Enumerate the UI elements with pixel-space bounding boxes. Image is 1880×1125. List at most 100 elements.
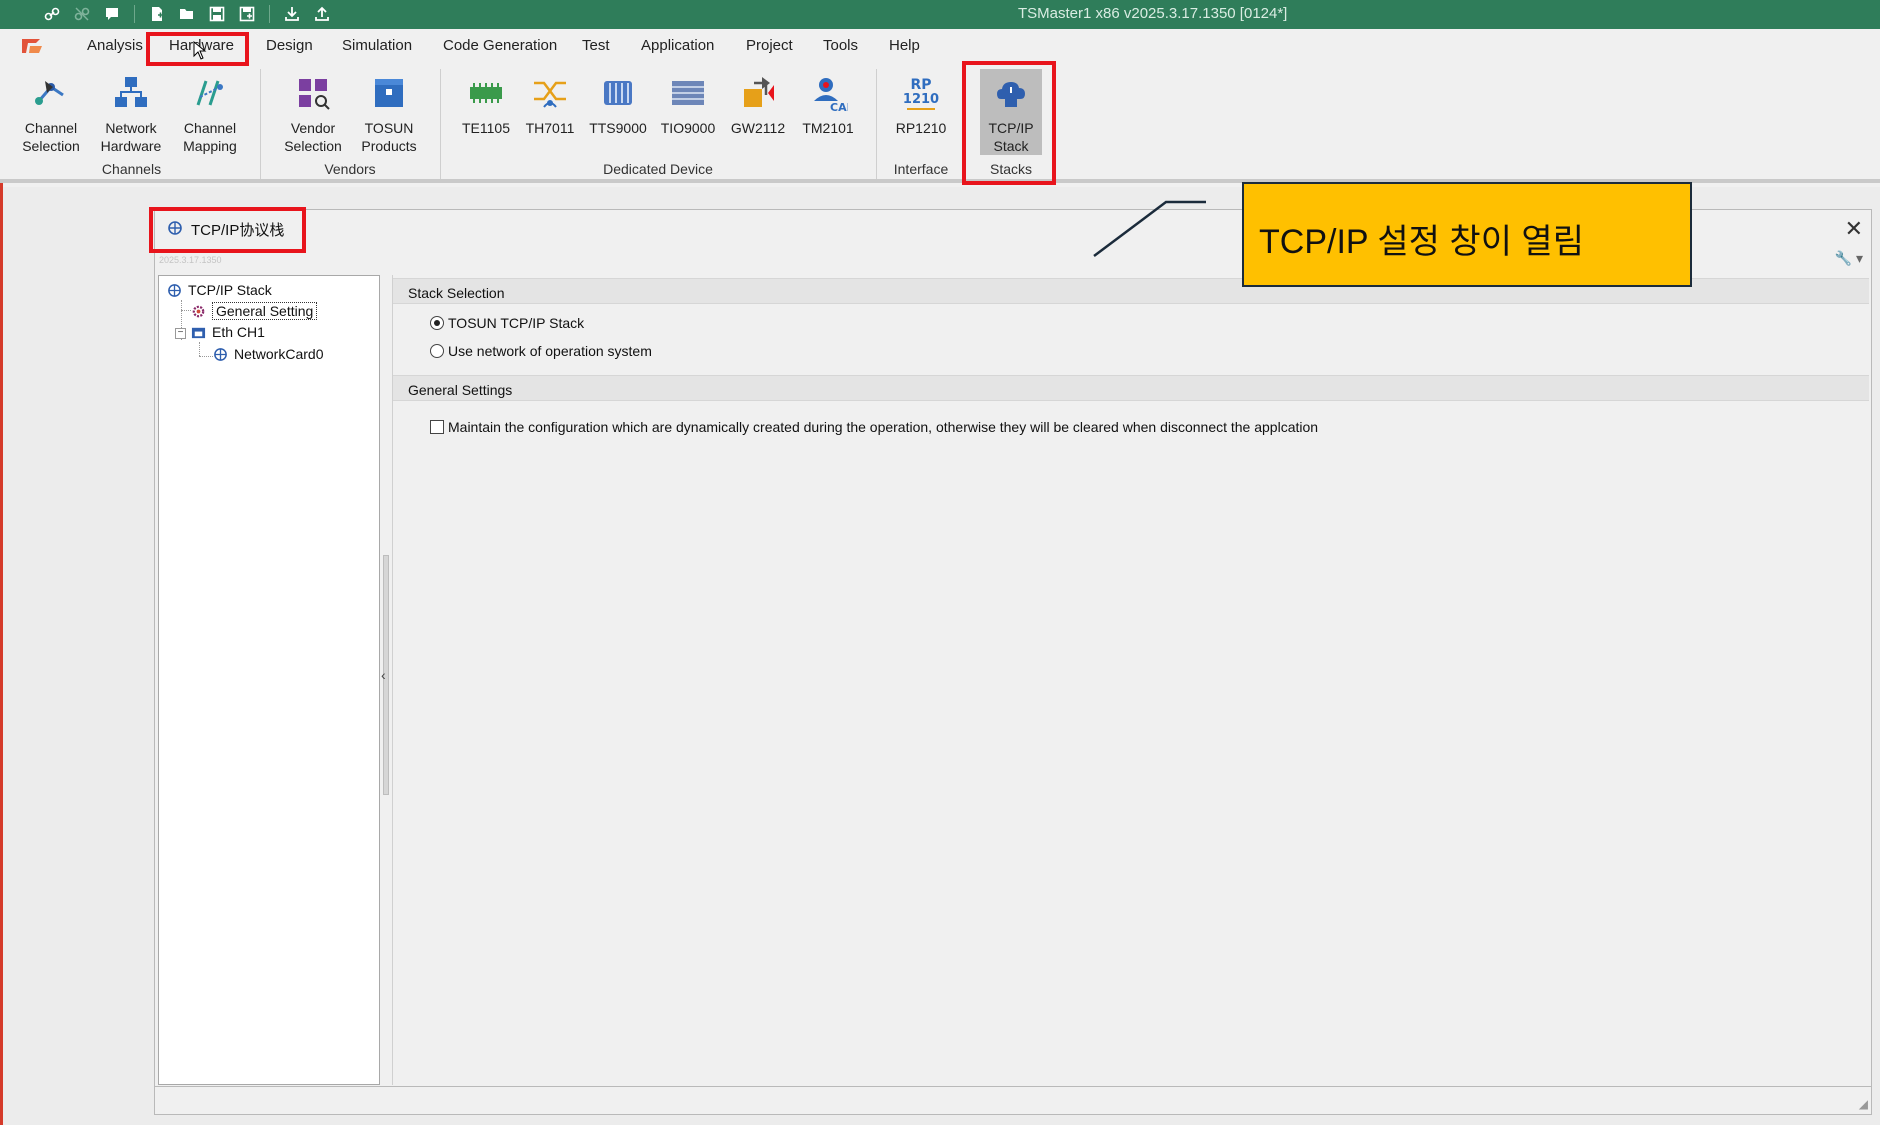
tm2101-label: TM2101: [802, 120, 854, 136]
tab-project[interactable]: Project: [746, 37, 793, 54]
tab-help[interactable]: Help: [889, 37, 920, 54]
export-icon[interactable]: [310, 3, 334, 25]
te1105-label: TE1105: [462, 120, 510, 136]
tm2101-button[interactable]: CAN TM2101: [798, 73, 858, 137]
comment-icon[interactable]: [100, 3, 124, 25]
radio-tosun-stack-button[interactable]: [430, 316, 444, 330]
interface-group-label: Interface: [893, 161, 949, 177]
network-hardware-button[interactable]: Network Hardware: [96, 73, 166, 155]
window-title: TSMaster1 x86 v2025.3.17.1350 [0124*]: [1018, 5, 1288, 22]
radio-tosun-stack[interactable]: TOSUN TCP/IP Stack: [430, 315, 584, 331]
link-icon[interactable]: [40, 3, 64, 25]
tab-code-generation[interactable]: Code Generation: [443, 37, 557, 54]
tab-analysis[interactable]: Analysis: [87, 37, 143, 54]
tab-test[interactable]: Test: [582, 37, 610, 54]
toolbar-separator: [134, 5, 135, 23]
tree-node-eth-ch1-label: Eth CH1: [212, 324, 265, 340]
dialog-status-bar: ◢: [155, 1086, 1871, 1114]
tree-node-eth-ch1[interactable]: Eth CH1: [191, 324, 265, 340]
th7011-button[interactable]: TH7011: [522, 73, 578, 137]
ribbon-separator: [876, 69, 877, 179]
tts9000-button[interactable]: TTS9000: [588, 73, 648, 137]
tab-tools[interactable]: Tools: [823, 37, 858, 54]
tree-node-general-setting[interactable]: General Setting: [191, 302, 318, 320]
tosun-products-label-2: Products: [361, 138, 417, 154]
gw2112-icon: [744, 77, 774, 107]
maintain-config-checkbox[interactable]: Maintain the configuration which are dyn…: [430, 419, 1318, 435]
tree-node-tcpip-stack-label: TCP/IP Stack: [188, 282, 272, 298]
channel-selection-label-1: Channel: [24, 120, 78, 136]
ribbon-separator: [440, 69, 441, 179]
save-icon[interactable]: [205, 3, 229, 25]
tm2101-icon: CAN: [814, 78, 848, 113]
network-hardware-label-2: Hardware: [100, 138, 162, 154]
radio-os-network[interactable]: Use network of operation system: [430, 343, 652, 359]
ribbon: Channel Selection Network Hardware Chann…: [0, 63, 1880, 183]
hardware-tab-highlight: [146, 32, 249, 66]
unlink-icon[interactable]: [70, 3, 94, 25]
app-logo-icon[interactable]: [20, 35, 46, 57]
can-badge: CAN: [830, 101, 848, 113]
save-as-icon[interactable]: [235, 3, 259, 25]
tab-simulation[interactable]: Simulation: [342, 37, 412, 54]
vendor-selection-button[interactable]: Vendor Selection: [278, 73, 348, 155]
th7011-icon: [534, 81, 566, 108]
tab-application[interactable]: Application: [641, 37, 714, 54]
channel-mapping-icon: [196, 80, 223, 106]
tree-node-networkcard0[interactable]: NetworkCard0: [213, 346, 323, 362]
vendor-selection-label-1: Vendor: [290, 120, 336, 136]
quick-access-toolbar: [40, 3, 334, 25]
close-icon[interactable]: ✕: [1845, 216, 1863, 242]
tosun-products-icon: [375, 79, 403, 107]
tcpip-stack-highlight: [962, 61, 1056, 185]
tree-connector: [181, 310, 191, 311]
radio-os-network-label: Use network of operation system: [448, 343, 652, 359]
tosun-products-button[interactable]: TOSUN Products: [356, 73, 422, 155]
dedicated-device-group-label: Dedicated Device: [603, 161, 713, 177]
tree-connector: [199, 356, 213, 357]
th7011-label: TH7011: [525, 120, 575, 136]
te1105-button[interactable]: TE1105: [458, 73, 514, 137]
rp1210-icon: RP1210: [903, 77, 939, 110]
ribbon-separator: [260, 69, 261, 179]
tree-node-tcpip-stack[interactable]: TCP/IP Stack: [167, 282, 272, 298]
wrench-icon[interactable]: 🔧 ▾: [1835, 250, 1863, 267]
tio9000-icon: [672, 81, 704, 105]
network-hardware-label-1: Network: [105, 120, 157, 136]
resize-grip-icon[interactable]: ◢: [1859, 1097, 1868, 1111]
dialog-version: 2025.3.17.1350: [159, 255, 222, 265]
tree-connector: [199, 342, 200, 356]
tree-node-general-setting-label: General Setting: [212, 302, 318, 320]
tio9000-button[interactable]: TIO9000: [658, 73, 718, 137]
rp1210-button[interactable]: RP 1210 RP1210: [890, 73, 952, 137]
vendor-selection-icon: [299, 79, 330, 110]
radio-tosun-stack-label: TOSUN TCP/IP Stack: [448, 315, 585, 331]
channel-mapping-label-2: Mapping: [183, 138, 237, 154]
tree-expander-eth-ch1[interactable]: −: [175, 328, 186, 339]
tcpip-stack-dialog: TCP/IP协议栈 2025.3.17.1350 ✕ 🔧 ▾ TCP/IP St…: [154, 209, 1872, 1115]
gear-icon: [192, 305, 205, 317]
open-folder-icon[interactable]: [175, 3, 199, 25]
channel-mapping-label-1: Channel: [183, 120, 237, 136]
gw2112-button[interactable]: GW2112: [728, 73, 788, 137]
panel-splitter[interactable]: ‹: [380, 275, 392, 1085]
title-bar: TSMaster1 x86 v2025.3.17.1350 [0124*]: [0, 0, 1880, 29]
maintain-config-checkbox-box[interactable]: [430, 420, 444, 434]
settings-tree: TCP/IP Stack General Setting − Eth CH1 N…: [158, 275, 380, 1085]
radio-os-network-button[interactable]: [430, 344, 444, 358]
tts9000-icon: [604, 81, 632, 105]
te1105-icon: [470, 83, 502, 103]
network-icon: [168, 283, 181, 297]
tab-design[interactable]: Design: [266, 37, 313, 54]
channel-mapping-button[interactable]: Channel Mapping: [175, 73, 245, 155]
ethernet-channel-icon: [191, 327, 206, 338]
new-file-icon[interactable]: [145, 3, 169, 25]
channel-selection-button[interactable]: Channel Selection: [18, 73, 84, 155]
rp1210-icon-text-bottom: 1210: [903, 92, 939, 107]
collapse-left-icon[interactable]: ‹: [381, 667, 386, 683]
tts9000-label: TTS9000: [589, 120, 647, 136]
gw2112-label: GW2112: [730, 120, 786, 136]
import-icon[interactable]: [280, 3, 304, 25]
rp1210-label: RP1210: [895, 120, 947, 136]
tree-node-networkcard0-label: NetworkCard0: [234, 346, 324, 362]
